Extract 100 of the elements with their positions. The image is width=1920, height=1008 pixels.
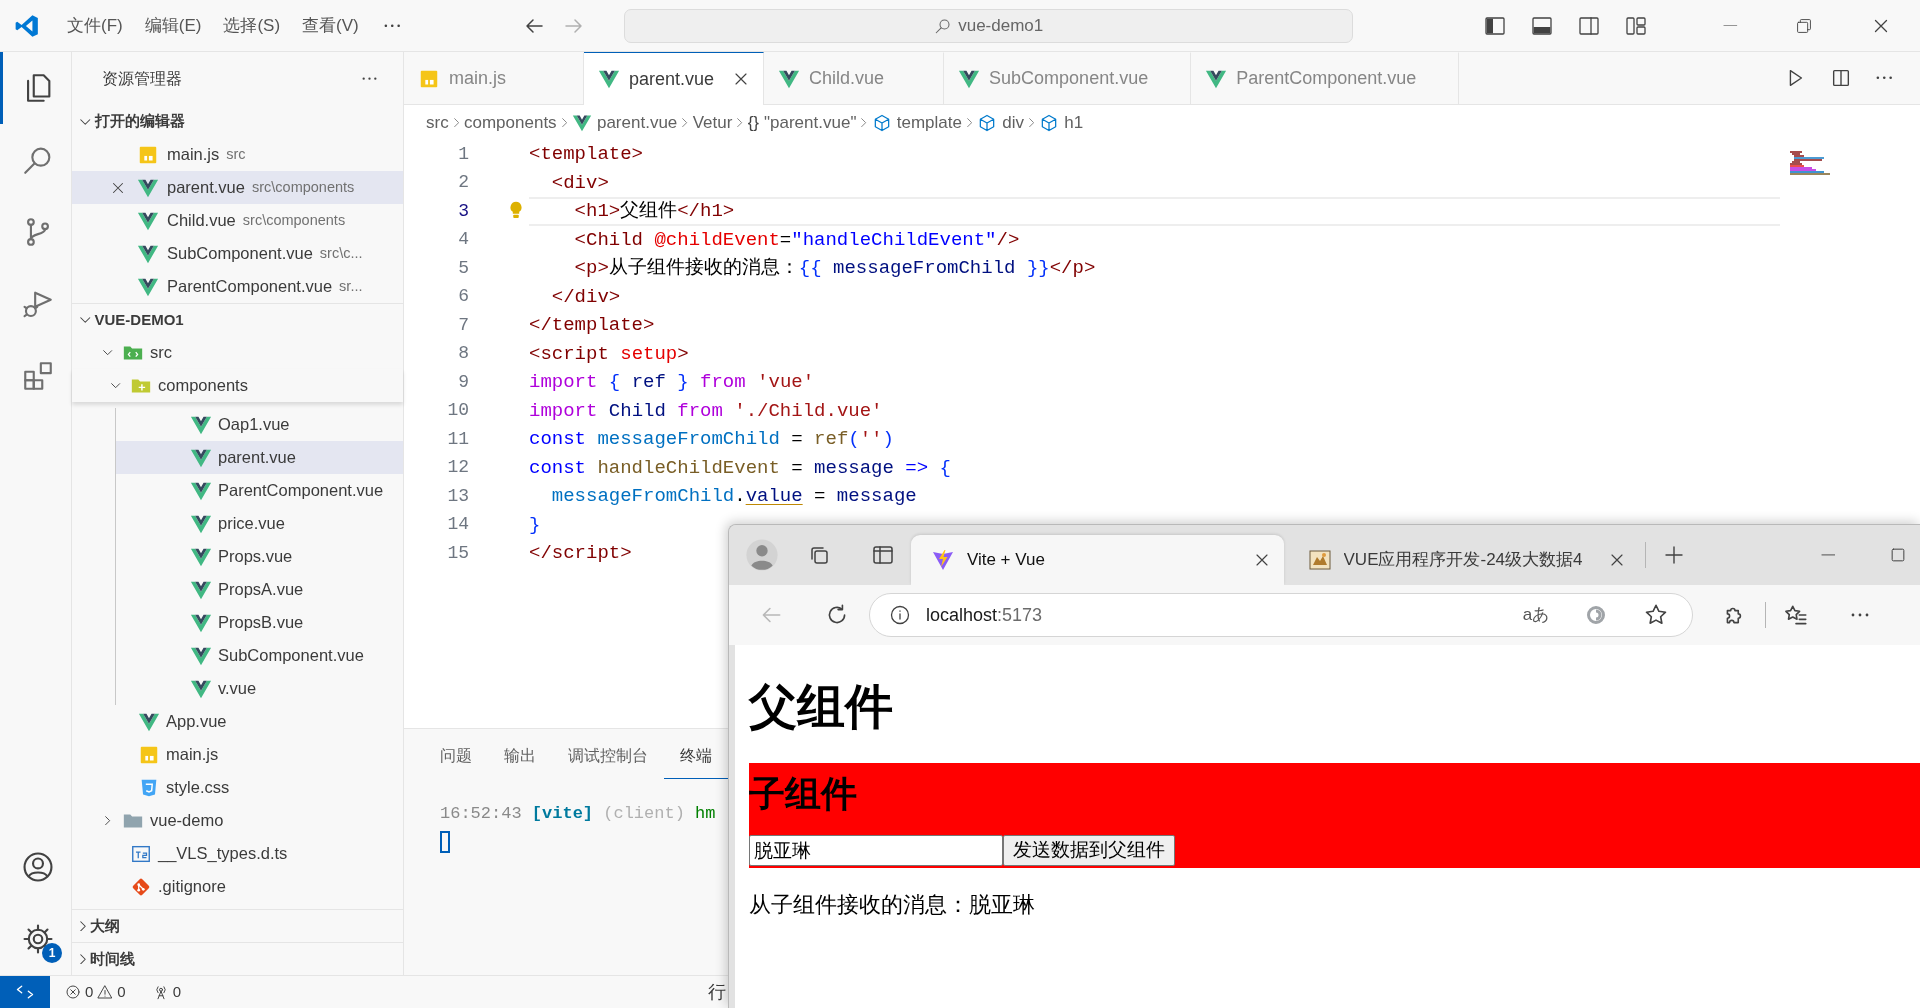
file-item[interactable]: .gitignore — [72, 870, 403, 903]
page-heading: 父组件 — [749, 679, 894, 735]
folder-item[interactable]: vue-demo — [72, 804, 403, 837]
swirl-icon — [1584, 603, 1608, 627]
section-header[interactable]: 大纲 — [72, 909, 403, 942]
more-icon — [1851, 613, 1869, 617]
minimize-icon — [1820, 554, 1836, 556]
open-editor-item[interactable]: ParentComponent.vue sr... — [72, 270, 403, 303]
open-editor-item[interactable]: main.js src — [72, 138, 403, 171]
breadcrumb-item[interactable]: h1 — [1039, 109, 1084, 136]
profile-avatar-icon[interactable] — [745, 538, 779, 572]
menu-item[interactable]: 选择(S) — [212, 8, 292, 43]
read-aloud-button[interactable]: aあ — [1514, 595, 1558, 635]
file-item[interactable]: PropsB.vue — [116, 606, 403, 639]
file-item[interactable]: Oap1.vue — [116, 408, 403, 441]
breadcrumb-item[interactable]: div — [977, 109, 1024, 136]
code-line: <h1>父组件</h1> — [573, 199, 735, 224]
line-number: 14 — [446, 513, 469, 537]
cursor-position[interactable]: 行 — [708, 978, 726, 1006]
folder-item[interactable]: components — [72, 369, 403, 402]
file-item[interactable]: __VLS_types.d.ts — [72, 837, 403, 870]
code-line: <script setup> — [529, 341, 689, 367]
file-item[interactable]: SubComponent.vue — [116, 639, 403, 672]
app-logo-icon — [14, 12, 40, 39]
breadcrumb-item[interactable]: {} "parent.vue" — [747, 109, 857, 136]
code-line: <p>从子组件接收的消息：{{ messageFromChild }}</p> — [573, 256, 1096, 281]
line-number: 4 — [457, 228, 469, 252]
panel-tab[interactable]: 问题 — [424, 733, 488, 779]
received-message: 从子组件接收的消息：脱亚琳 — [749, 891, 1036, 919]
code-line: messageFromChild.value = message — [550, 484, 917, 509]
file-item[interactable]: style.css — [72, 771, 403, 804]
breadcrumb-item[interactable]: template — [871, 109, 962, 136]
file-item[interactable]: v.vue — [116, 672, 403, 705]
breadcrumb-item[interactable]: Vetur — [692, 109, 733, 136]
command-center-search[interactable]: vue-demo1 — [624, 8, 1354, 43]
section-header[interactable]: VUE-DEMO1 — [72, 303, 403, 336]
ports-status[interactable]: 0 — [145, 980, 188, 1004]
line-number: 9 — [457, 370, 469, 394]
chevron-icon — [682, 117, 688, 128]
terminal-line: 16:52:43 [vite] (client) hm — [440, 804, 716, 823]
editor-tab[interactable]: parent.vue — [584, 52, 765, 105]
open-editor-item[interactable]: parent.vue src\components — [72, 171, 403, 204]
file-item[interactable]: ParentComponent.vue — [116, 474, 403, 507]
notification-badge: 1 — [42, 943, 62, 963]
open-editor-item[interactable]: Child.vue src\components — [72, 204, 403, 237]
lightning-icon — [930, 548, 955, 572]
menu-item[interactable]: 文件(F) — [56, 8, 134, 43]
remote-button[interactable] — [0, 975, 50, 1008]
line-number: 2 — [457, 171, 469, 195]
breadcrumb-item[interactable]: components — [464, 109, 557, 136]
line-number: 15 — [446, 541, 469, 565]
vertical-tabs-icon — [870, 543, 895, 567]
browser-tab[interactable]: VUE应用程序开发-24级大数据4 — [1287, 535, 1640, 585]
error-icon — [64, 983, 82, 1001]
line-number: 8 — [457, 342, 469, 366]
menu-item[interactable]: 编辑(E) — [133, 8, 213, 43]
section-header[interactable]: 打开的编辑器 — [72, 105, 403, 138]
browser-tab[interactable]: Vite + Vue — [910, 535, 1284, 585]
file-item[interactable]: price.vue — [116, 507, 403, 540]
settings-button[interactable]: 1 — [0, 903, 72, 975]
code-line: } — [529, 512, 541, 538]
line-number: 13 — [446, 484, 469, 508]
file-item[interactable]: parent.vue — [116, 441, 403, 474]
file-item[interactable]: Props.vue — [116, 540, 403, 573]
file-item[interactable]: App.vue — [72, 705, 403, 738]
child-heading: 子组件 — [749, 772, 858, 816]
section-header[interactable]: 时间线 — [72, 942, 403, 975]
code-line: const handleChildEvent = message => { — [529, 455, 951, 481]
more-icon — [383, 23, 401, 28]
chevron-icon — [453, 117, 459, 128]
url-text: localhost:5173 — [926, 603, 1043, 627]
terminal-cursor — [440, 830, 450, 853]
editor-tab[interactable]: SubComponent.vue — [944, 52, 1192, 104]
menu-item[interactable]: 查看(V) — [291, 8, 370, 43]
folder-item[interactable]: src — [72, 336, 403, 369]
sidebar-title: 资源管理器 — [102, 68, 182, 89]
breadcrumb-item[interactable]: src — [426, 109, 449, 136]
chevron-icon — [1029, 117, 1035, 128]
line-number: 7 — [457, 313, 469, 337]
address-bar[interactable]: localhost:5173 aあ — [869, 593, 1693, 637]
problems-status[interactable]: 0 0 — [58, 980, 132, 1004]
line-number: 3 — [457, 199, 469, 223]
panel-tab[interactable]: 调试控制台 — [552, 733, 664, 779]
code-line: </div> — [550, 284, 621, 310]
file-item[interactable]: PropsA.vue — [116, 573, 403, 606]
breadcrumb-item[interactable]: parent.vue — [571, 109, 678, 136]
info-icon[interactable] — [888, 603, 912, 627]
panel-tab[interactable]: 输出 — [488, 733, 552, 779]
file-item[interactable]: main.js — [72, 738, 403, 771]
code-line: <Child @childEvent="handleChildEvent"/> — [573, 227, 1020, 253]
code-line: <div> — [550, 170, 609, 196]
text-input[interactable]: 脱亚琳 — [749, 835, 1003, 866]
code-line: import Child from './Child.vue' — [529, 398, 883, 424]
warning-icon — [96, 983, 115, 1001]
line-number: 10 — [446, 399, 469, 423]
editor-tab[interactable]: Child.vue — [764, 52, 945, 104]
line-number: 1 — [457, 142, 469, 166]
open-editor-item[interactable]: SubComponent.vue src\c... — [72, 237, 403, 270]
send-button[interactable]: 发送数据到父组件 — [1003, 835, 1175, 866]
line-number: 6 — [457, 285, 469, 309]
